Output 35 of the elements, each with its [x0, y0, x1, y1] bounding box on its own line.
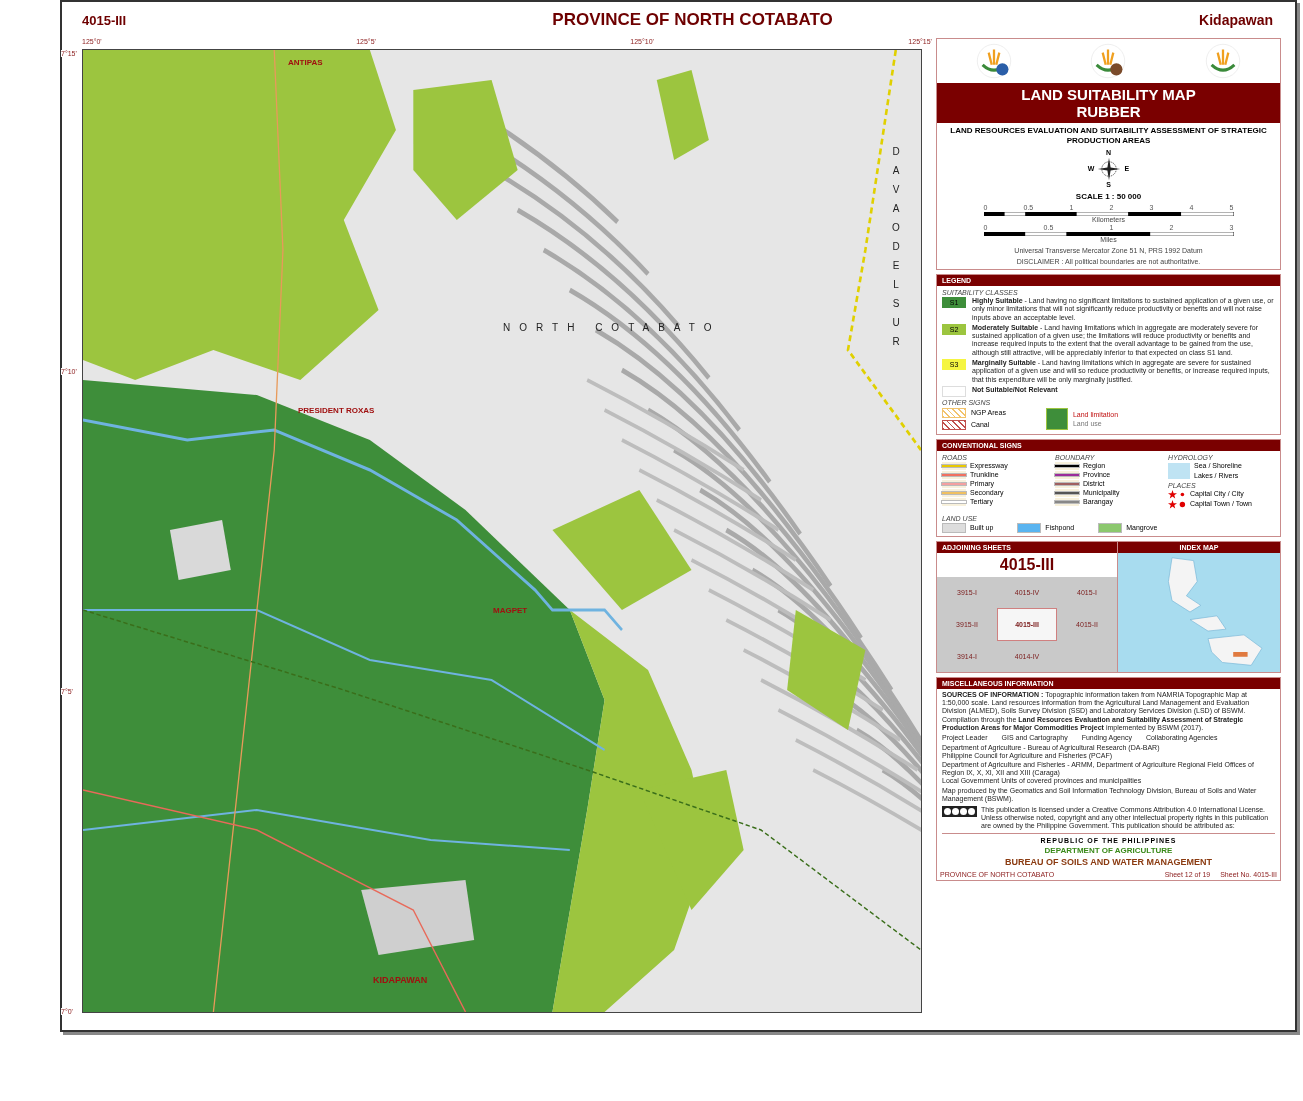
license-badge-icon: [942, 805, 977, 817]
road-symbol: [942, 470, 966, 479]
place-name: Kidapawan: [1199, 12, 1273, 28]
emblem-icon: [1203, 42, 1242, 80]
road-symbol: [942, 461, 966, 470]
road-symbol: [942, 488, 966, 497]
emblem-icon: [1089, 42, 1128, 80]
current-sheet: 4015-III: [998, 554, 1056, 575]
project-title: LAND RESOURCES EVALUATION AND SUITABILITY ASSESSMENT OF STRATEGIC PRODUCTION AREAS: [949, 126, 1268, 146]
boundary-symbol: [1055, 461, 1079, 470]
sheet-number: 4015-III: [82, 12, 127, 28]
map-heading: RUBBER: [1076, 103, 1141, 120]
map-heading: LAND SUITABILITY MAP: [1021, 86, 1196, 103]
road-symbol: [942, 497, 966, 506]
town-label: ANTIPAS: [288, 58, 323, 67]
limitation-swatch: [1045, 407, 1068, 430]
map-title: PROVINCE OF NORTH COTABATO: [552, 10, 833, 30]
place-symbol-icon: [1168, 499, 1186, 509]
boundary-symbol: [1055, 488, 1079, 497]
bureau-label: BUREAU OF SOILS AND WATER MANAGEMENT: [1004, 857, 1213, 868]
department-label: DEPARTMENT OF AGRICULTURE: [1043, 846, 1174, 856]
boundary-symbol: [1055, 479, 1079, 488]
town-label: KIDAPAWAN: [373, 975, 428, 985]
class-swatch: [942, 385, 966, 397]
scale-label: SCALE 1 : 50 000: [1075, 192, 1142, 201]
province-label: NORTH COTABATO: [503, 322, 721, 333]
town-label: MAGPET: [493, 606, 528, 615]
province-label: DAVAO DEL SUR: [891, 145, 901, 349]
road-symbol: [942, 479, 966, 488]
boundary-symbol: [1055, 497, 1079, 506]
emblem-icon: [975, 42, 1014, 80]
boundary-symbol: [1055, 470, 1079, 479]
water-symbol: [1168, 462, 1190, 479]
town-label: PRESIDENT ROXAS: [298, 406, 375, 415]
place-symbol-icon: [1168, 489, 1186, 499]
